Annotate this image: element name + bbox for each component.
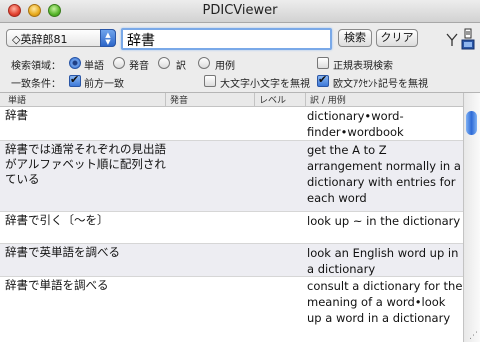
dictionary-select[interactable]: ◇英辞郎81 ▲ ▼ (6, 29, 116, 47)
results-table: 単語 発音 レベル 訳 / 用例 辞書 dictionary•word-find… (0, 92, 480, 342)
regex-label: 正規表現検索 (333, 61, 393, 72)
scope-option-word: 単語 (84, 61, 104, 72)
ignore-case-checkbox[interactable] (204, 75, 216, 87)
resize-grip-icon[interactable]: ⋰ (469, 331, 478, 341)
column-header-word[interactable]: 単語 (8, 93, 26, 106)
search-scope-label: 検索領域： (11, 61, 61, 72)
search-button[interactable]: 検索 (338, 29, 372, 47)
ignore-case-label: 大文字小文字を無視 (220, 79, 310, 90)
table-body: 辞書 dictionary•word-finder•wordbook 辞書では通… (0, 107, 464, 342)
ignore-accent-checkbox[interactable] (317, 73, 329, 87)
select-arrows-icon: ▲ ▼ (100, 29, 116, 47)
translation-cell: look an English word up in a dictionary (307, 246, 459, 276)
prefix-match-checkbox[interactable] (69, 73, 81, 87)
scope-radio-example[interactable] (198, 57, 210, 69)
search-field[interactable] (121, 28, 332, 50)
translation-cell: get the A to Z arrangement normally in a… (307, 143, 461, 205)
clear-button[interactable]: クリア (376, 29, 418, 47)
translation-cell: consult a dictionary for the meaning of … (307, 279, 463, 325)
ignore-accent-label: 欧文ｱｸｾﾝﾄ記号を無視 (333, 79, 428, 90)
match-condition-label: 一致条件： (11, 79, 61, 90)
table-row[interactable]: 辞書で単語を調べる consult a dictionary for the m… (0, 277, 464, 342)
table-row[interactable]: 辞書 dictionary•word-finder•wordbook (0, 107, 464, 141)
pdic-viewer-window: PDICViewer ◇英辞郎81 ▲▼ 検索 クリア 検索領域： 単語 発音 … (0, 0, 480, 342)
column-header-translation[interactable]: 訳 / 用例 (310, 93, 346, 106)
translation-cell: dictionary•word-finder•wordbook (307, 109, 404, 139)
table-header: 単語 発音 レベル 訳 / 用例 (0, 93, 464, 107)
title-bar: PDICViewer (0, 0, 480, 23)
search-input[interactable] (123, 31, 330, 49)
scope-radio-translation[interactable] (158, 57, 170, 69)
word-cell: 辞書では通常それぞれの見出語がアルファベット順に配列されている (5, 142, 166, 186)
scope-radio-pronunciation[interactable] (113, 57, 125, 69)
dictionary-select-value: ◇英辞郎81 (12, 33, 68, 46)
pin-icon[interactable] (446, 32, 458, 48)
word-cell: 辞書で単語を調べる (5, 278, 109, 292)
prefix-match-label: 前方一致 (84, 79, 124, 90)
scope-option-example: 用例 (215, 61, 235, 72)
word-cell: 辞書で英単語を調べる (5, 245, 120, 259)
dictionary-info-icon[interactable] (460, 28, 476, 52)
table-row[interactable]: 辞書では通常それぞれの見出語がアルファベット順に配列されている get the … (0, 141, 464, 212)
table-row[interactable]: 辞書で英単語を調べる look an English word up in a … (0, 244, 464, 277)
vertical-scrollbar[interactable]: ⋰ (463, 93, 480, 342)
scope-option-pronunciation: 発音 (129, 61, 149, 72)
scope-option-translation: 訳 (176, 61, 186, 72)
scope-radio-word[interactable] (69, 57, 81, 69)
translation-cell: look up ~ in the dictionary (307, 214, 461, 228)
scrollbar-thumb[interactable] (466, 111, 477, 135)
window-title: PDICViewer (202, 3, 278, 18)
regex-checkbox[interactable] (317, 57, 329, 69)
table-row[interactable]: 辞書で引く〔～を〕 look up ~ in the dictionary (0, 212, 464, 244)
word-cell: 辞書で引く〔～を〕 (5, 213, 109, 227)
column-header-level[interactable]: レベル (259, 93, 286, 106)
column-header-pronunciation[interactable]: 発音 (170, 93, 188, 106)
word-cell: 辞書 (5, 108, 28, 122)
